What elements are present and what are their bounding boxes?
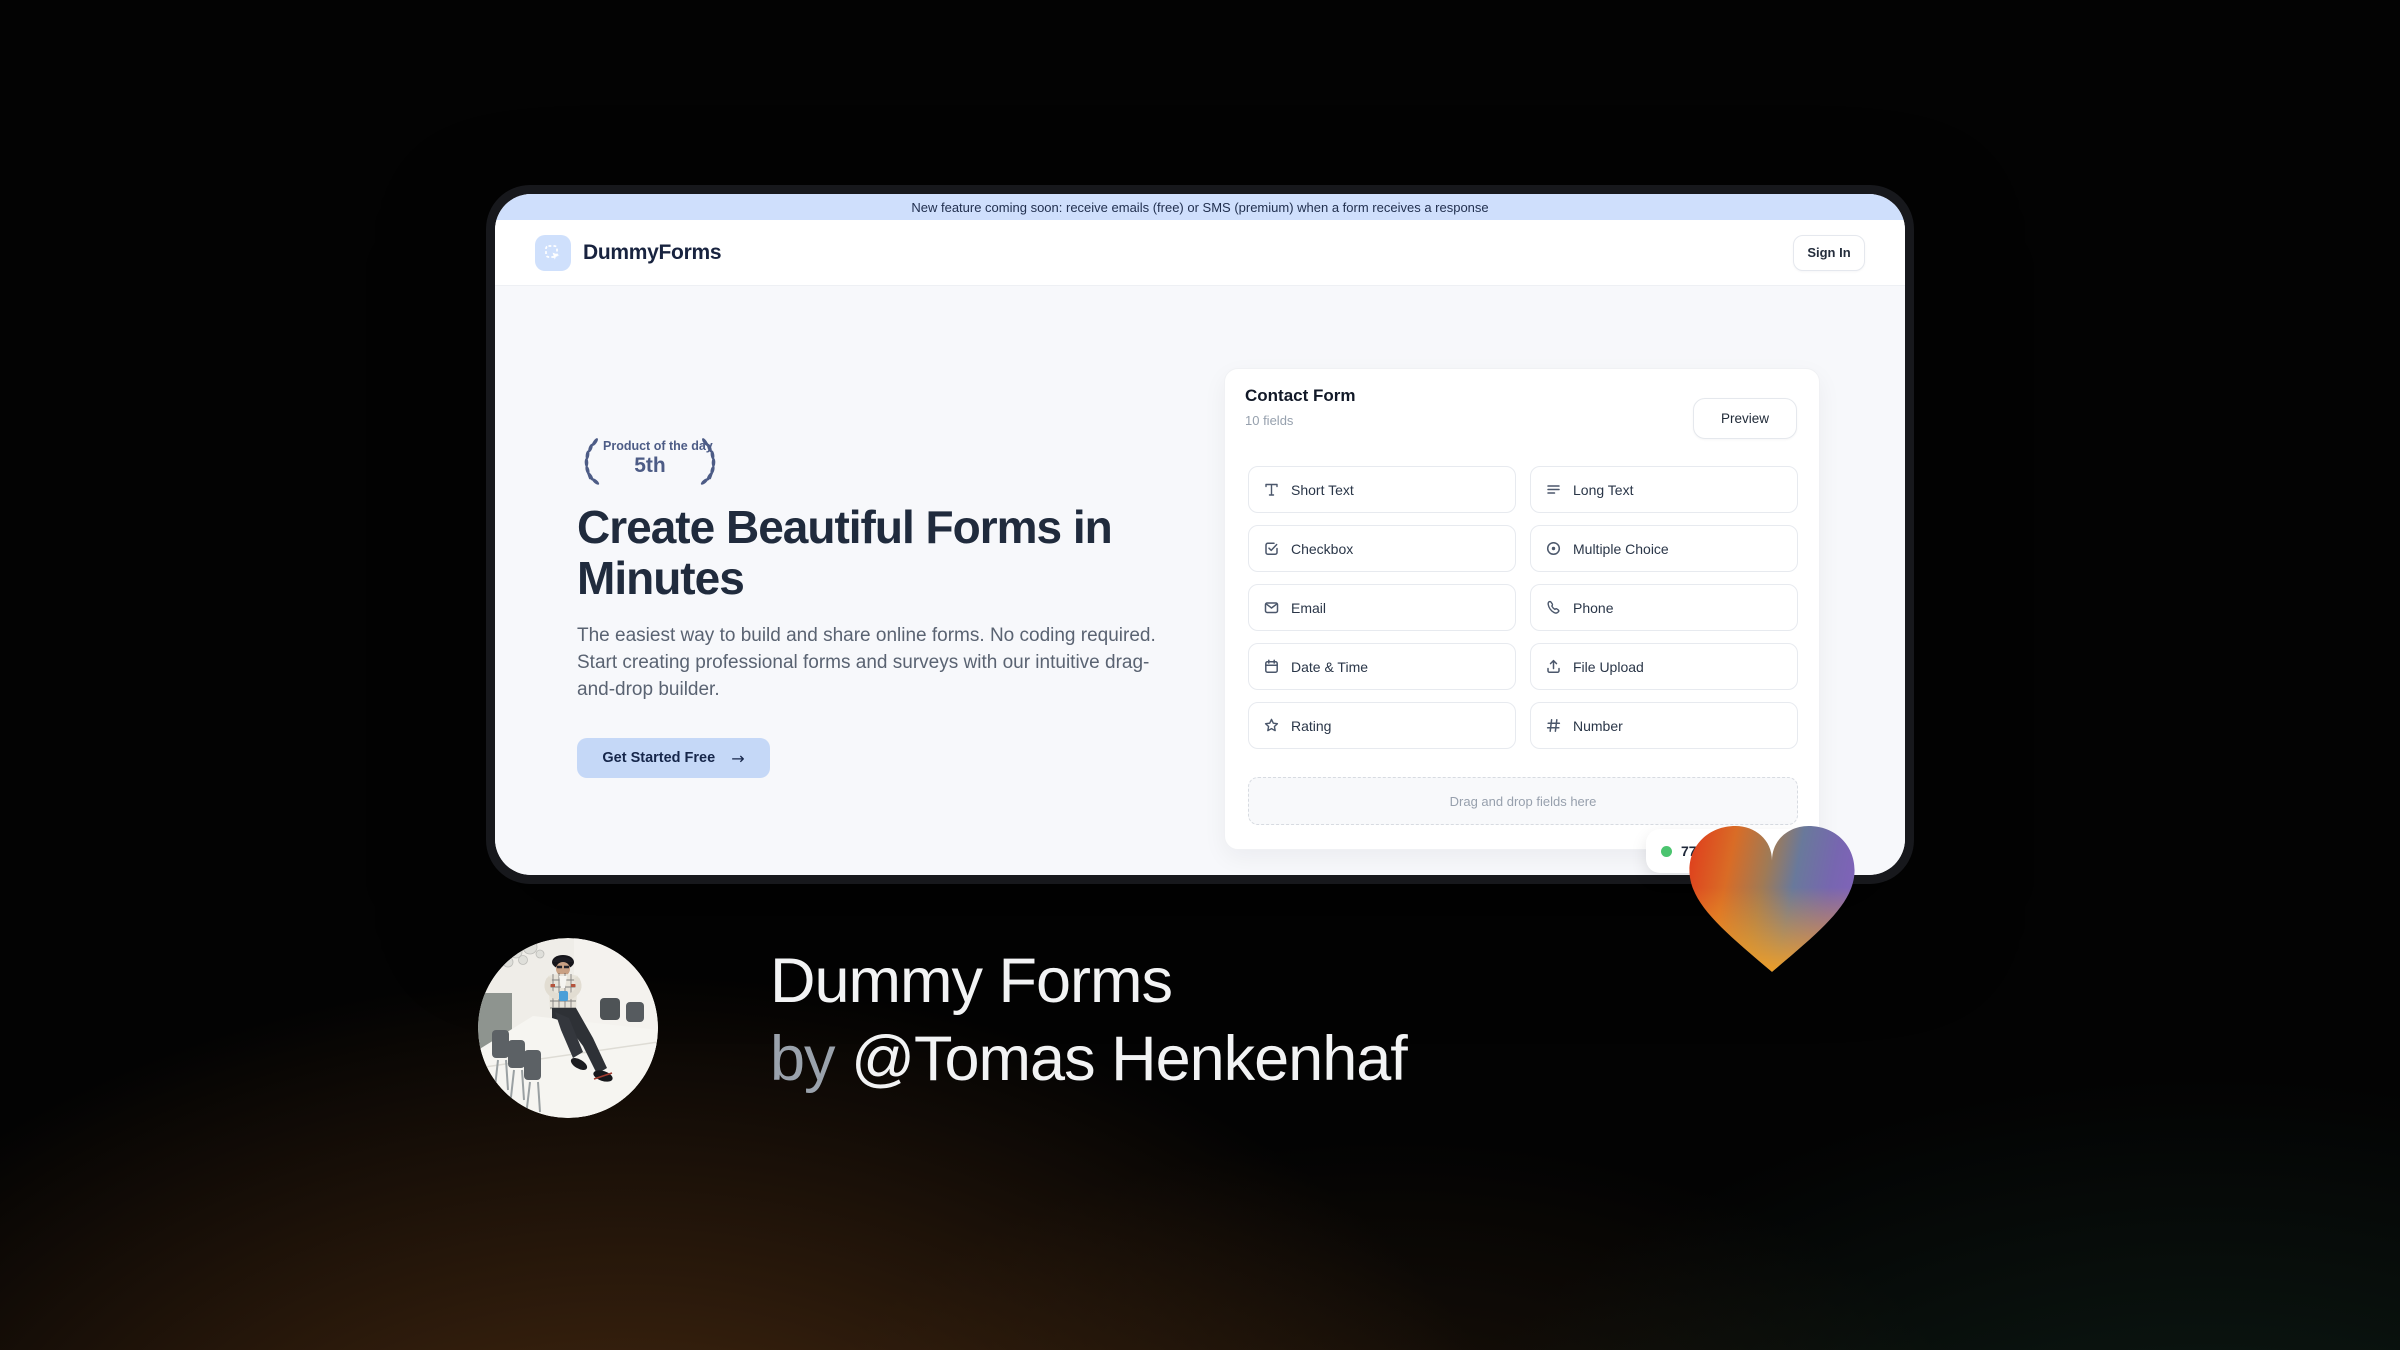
- field-type-grid: Short Text Long Text Checkbox Multiple C…: [1248, 466, 1798, 749]
- long-text-icon: [1545, 481, 1562, 498]
- field-short-text[interactable]: Short Text: [1248, 466, 1516, 513]
- laurel-right-icon: [700, 438, 716, 485]
- promo-canvas: New feature coming soon: receive emails …: [0, 0, 2400, 1350]
- short-text-icon: [1263, 481, 1280, 498]
- upload-icon: [1545, 658, 1562, 675]
- browser-window: New feature coming soon: receive emails …: [486, 185, 1914, 884]
- product-name-text: Dummy Forms: [770, 946, 1173, 1016]
- calendar-icon: [1263, 658, 1280, 675]
- award-title: Product of the day: [603, 439, 713, 453]
- site-header: DummyForms Sign In: [495, 220, 1905, 286]
- field-long-text[interactable]: Long Text: [1530, 466, 1798, 513]
- announcement-text: New feature coming soon: receive emails …: [911, 199, 1489, 215]
- page-title: Create Beautiful Forms in Minutes: [577, 501, 1113, 604]
- hero-section: Product of the day 5th Create Beautiful …: [495, 286, 1905, 875]
- field-phone[interactable]: Phone: [1530, 584, 1798, 631]
- field-checkbox[interactable]: Checkbox: [1248, 525, 1516, 572]
- sign-in-button[interactable]: Sign In: [1793, 234, 1865, 271]
- get-started-label: Get Started Free: [602, 750, 716, 766]
- field-count: 10 fields: [1245, 413, 1294, 428]
- radio-icon: [1545, 540, 1562, 557]
- field-number[interactable]: Number: [1530, 702, 1798, 749]
- webpage: New feature coming soon: receive emails …: [495, 194, 1905, 875]
- get-started-button[interactable]: Get Started Free →: [577, 738, 770, 778]
- announcement-banner: New feature coming soon: receive emails …: [495, 194, 1905, 220]
- byline-prefix: by: [770, 1024, 836, 1095]
- field-rating[interactable]: Rating: [1248, 702, 1516, 749]
- green-dot-icon: [1661, 845, 1672, 857]
- form-builder-card: Contact Form 10 fields Preview Short Tex…: [1224, 368, 1820, 850]
- product-of-the-day-badge: Product of the day 5th: [575, 437, 725, 485]
- field-email[interactable]: Email: [1248, 584, 1516, 631]
- hero-description: The easiest way to build and share onlin…: [577, 625, 1156, 701]
- brand-name: DummyForms: [583, 240, 722, 264]
- checkbox-icon: [1263, 540, 1280, 557]
- preview-button[interactable]: Preview: [1693, 398, 1797, 439]
- laurel-left-icon: [584, 438, 600, 485]
- field-multiple-choice[interactable]: Multiple Choice: [1530, 525, 1798, 572]
- field-file-upload[interactable]: File Upload: [1530, 643, 1798, 690]
- star-icon: [1263, 717, 1280, 734]
- dropzone-text: Drag and drop fields here: [1449, 793, 1597, 809]
- brand-logo[interactable]: DummyForms: [535, 234, 722, 271]
- envelope-icon: [1263, 599, 1280, 616]
- heart-icon: [1676, 810, 1868, 984]
- field-date-time[interactable]: Date & Time: [1248, 643, 1516, 690]
- hash-icon: [1545, 717, 1562, 734]
- maker-avatar: [478, 938, 658, 1118]
- form-title: Contact Form: [1245, 386, 1356, 405]
- award-rank: 5th: [634, 454, 666, 477]
- dummyforms-logo-icon: [535, 234, 571, 271]
- phone-icon: [1545, 599, 1562, 616]
- author-handle: @Tomas Henkenhaf: [851, 1024, 1408, 1095]
- byline: Dummy Forms by @Tomas Henkenhaf: [770, 942, 1408, 1098]
- arrow-right-icon: →: [731, 748, 745, 768]
